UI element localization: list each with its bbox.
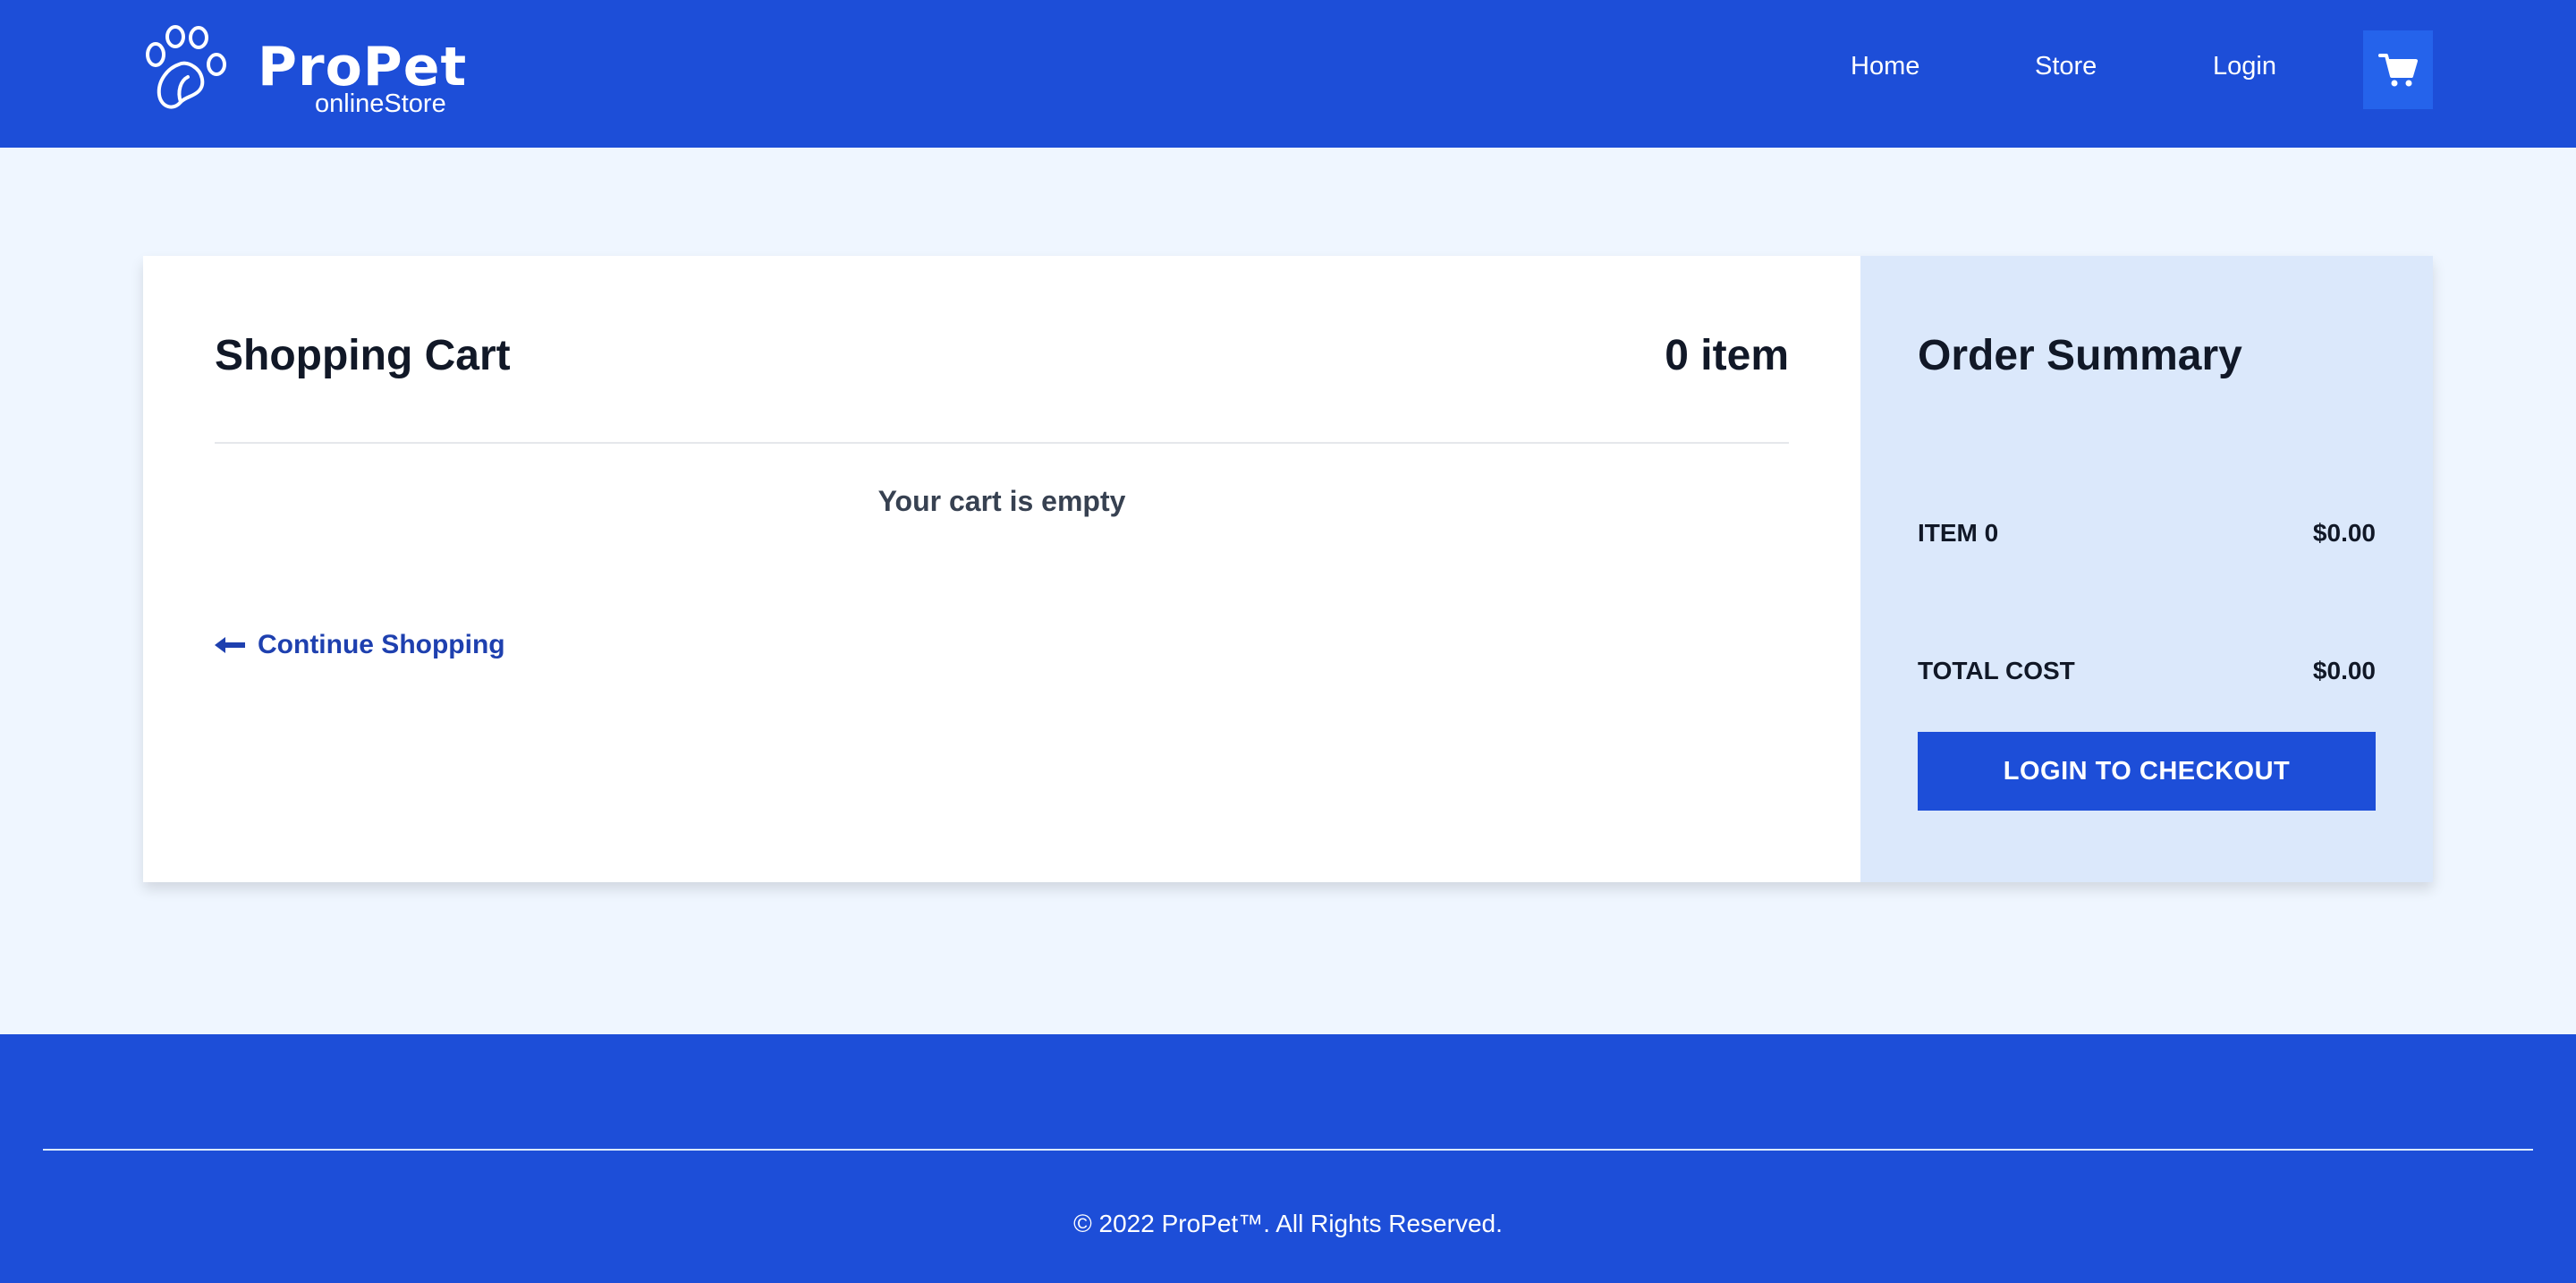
nav-store[interactable]: Store <box>2035 52 2097 81</box>
item-subtotal-value: $0.00 <box>2312 519 2376 547</box>
cart-card: Shopping Cart 0 item Your cart is empty … <box>143 256 2433 882</box>
site-header: ProPet onlineStore Home Store Login <box>0 0 2576 148</box>
empty-cart-message: Your cart is empty <box>877 485 1126 517</box>
brand-logo[interactable]: ProPet onlineStore <box>141 25 466 123</box>
cart-item-count: 0 item <box>1665 332 1789 379</box>
arrow-left-icon <box>215 637 245 653</box>
order-summary-panel: Order Summary ITEM 0 $0.00 TOTAL COST $0… <box>1860 256 2433 882</box>
continue-shopping-link[interactable]: Continue Shopping <box>215 630 505 660</box>
nav-home[interactable]: Home <box>1851 52 1919 81</box>
brand-subtitle: onlineStore <box>315 89 446 118</box>
nav-login[interactable]: Login <box>2213 52 2276 81</box>
cart-icon <box>2378 54 2418 87</box>
cart-button[interactable] <box>2363 30 2433 109</box>
paw-icon <box>146 25 226 109</box>
footer-divider <box>43 1149 2533 1151</box>
shopping-cart-panel: Shopping Cart 0 item Your cart is empty … <box>143 256 1860 882</box>
total-cost-label: TOTAL COST <box>1918 657 2075 684</box>
cart-divider <box>215 442 1789 444</box>
continue-shopping-label: Continue Shopping <box>258 630 505 659</box>
copyright-text: © 2022 ProPet™. All Rights Reserved. <box>1073 1210 1503 1237</box>
order-summary-title: Order Summary <box>1918 332 2242 379</box>
site-footer: © 2022 ProPet™. All Rights Reserved. <box>0 1034 2576 1283</box>
item-count-label: ITEM 0 <box>1918 519 1999 547</box>
total-cost-value: $0.00 <box>2312 657 2376 684</box>
cart-title: Shopping Cart <box>215 332 511 379</box>
login-to-checkout-button[interactable]: LOGIN TO CHECKOUT <box>1918 732 2376 811</box>
